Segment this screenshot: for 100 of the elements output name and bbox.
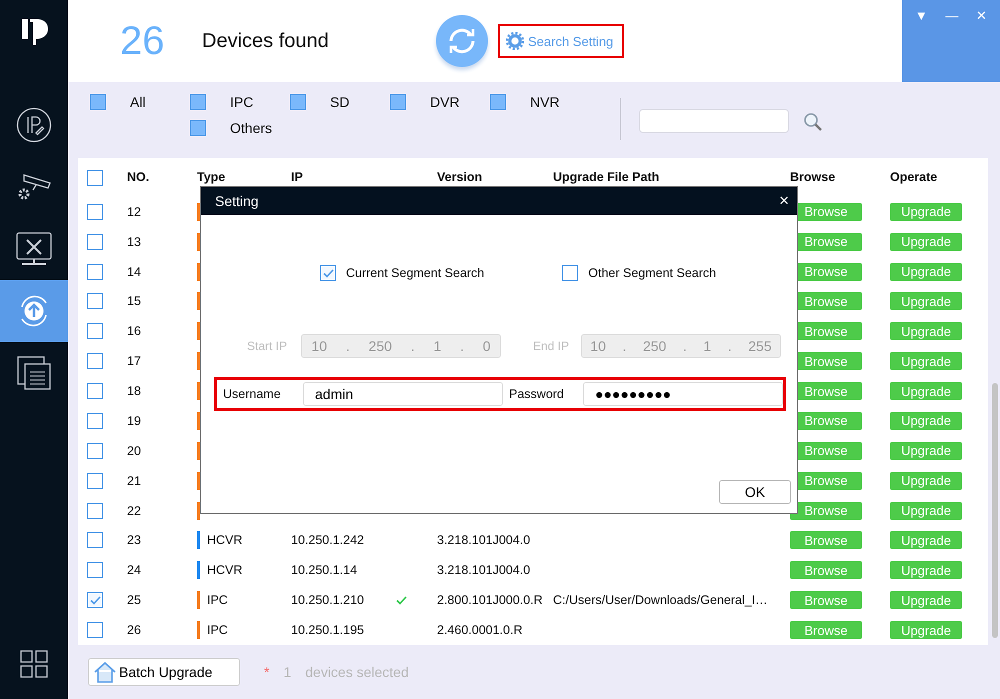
row-checkbox[interactable]: [87, 293, 103, 310]
row-checkbox[interactable]: [87, 532, 103, 548]
batch-upgrade-button[interactable]: Batch Upgrade: [88, 658, 240, 686]
select-all-checkbox[interactable]: [87, 170, 103, 186]
username-field[interactable]: admin: [303, 382, 503, 406]
filter-label: IPC: [230, 94, 254, 110]
row-checkbox[interactable]: [87, 234, 103, 250]
column-header: IP: [291, 170, 304, 184]
browse-button[interactable]: Browse: [790, 621, 862, 640]
row-number: 12: [127, 204, 142, 219]
device-count: 26: [120, 18, 166, 64]
check-icon: [322, 268, 334, 278]
upgrade-button[interactable]: Upgrade: [890, 202, 962, 221]
row-checkbox[interactable]: [87, 204, 103, 220]
upgrade-button[interactable]: Upgrade: [890, 531, 962, 550]
filter-checkbox[interactable]: [390, 94, 406, 110]
upgrade-button[interactable]: Upgrade: [890, 442, 962, 460]
filter-checkbox[interactable]: [490, 94, 506, 110]
upgrade-button[interactable]: Upgrade: [890, 502, 962, 520]
upgrade-button[interactable]: Upgrade: [890, 352, 962, 370]
row-checkbox[interactable]: [87, 442, 103, 459]
row-number: 14: [127, 264, 142, 279]
browse-button[interactable]: Browse: [790, 561, 862, 580]
devices-found-title: Devices found: [202, 30, 330, 52]
camera-gear-icon: [16, 172, 52, 202]
filter-checkbox[interactable]: [190, 94, 206, 110]
upgrade-button[interactable]: Upgrade: [890, 382, 962, 400]
column-header: Browse: [790, 170, 836, 184]
window-control-button[interactable]: ✕: [972, 8, 992, 23]
filter-checkbox[interactable]: [190, 120, 206, 136]
row-checkbox[interactable]: [87, 264, 103, 280]
ip-address: 10.250.1.195: [291, 623, 364, 638]
windows-list-icon: [17, 356, 51, 390]
option-label: Current Segment Search: [346, 266, 484, 280]
search-field[interactable]: [639, 109, 789, 133]
version-text: 3.218.101J004.0: [437, 563, 532, 578]
scrollbar[interactable]: [992, 383, 998, 638]
row-checkbox[interactable]: [87, 502, 103, 519]
version-text: 3.218.101J004.0: [437, 533, 532, 548]
upgrade-button[interactable]: Upgrade: [890, 232, 962, 251]
row-checkbox[interactable]: [87, 562, 103, 578]
upgrade-button[interactable]: Upgrade: [890, 591, 962, 610]
tools-monitor-icon: [16, 232, 52, 266]
dialog-title: Setting: [215, 193, 259, 209]
version-text: 2.460.0001.0.R: [437, 623, 524, 638]
refresh-button[interactable]: [436, 15, 488, 67]
option-checkbox[interactable]: [562, 265, 578, 281]
ok-button[interactable]: OK: [719, 480, 791, 504]
row-checkbox[interactable]: [87, 353, 103, 370]
option-checkbox[interactable]: [320, 265, 336, 281]
filter-checkbox[interactable]: [290, 94, 306, 110]
upgrade-button[interactable]: Upgrade: [890, 561, 962, 580]
browse-button[interactable]: Browse: [790, 591, 862, 610]
device-type: IPC: [207, 623, 228, 638]
upgrade-button[interactable]: Upgrade: [890, 621, 962, 640]
close-button[interactable]: ×: [779, 191, 789, 211]
column-header: Type: [197, 170, 226, 184]
password-field[interactable]: ●●●●●●●●●: [583, 382, 783, 406]
search-setting-button[interactable]: Search Setting: [498, 24, 624, 58]
browse-button[interactable]: Browse: [790, 531, 862, 550]
username-label: Username: [223, 387, 282, 401]
selected-count: 1: [283, 664, 292, 680]
device-type: IPC: [207, 593, 228, 608]
row-number: 25: [127, 593, 142, 608]
column-header: Version: [437, 170, 484, 184]
upgrade-button[interactable]: Upgrade: [890, 322, 962, 340]
browse-button[interactable]: Browse: [790, 502, 862, 520]
file-path-text: C:/Users/User/Downloads/General_I…: [553, 593, 769, 608]
row-checkbox[interactable]: [87, 592, 103, 608]
row-number: 24: [127, 563, 142, 578]
upgrade-button[interactable]: Upgrade: [890, 412, 962, 430]
option-label: Other Segment Search: [588, 266, 716, 280]
row-checkbox[interactable]: [87, 472, 103, 489]
row-checkbox[interactable]: [87, 412, 103, 429]
row-checkbox[interactable]: [87, 323, 103, 340]
device-type: HCVR: [207, 563, 242, 578]
house-icon: [93, 661, 117, 683]
row-number: 17: [127, 354, 142, 368]
ip-range-label: Start IP: [246, 339, 288, 353]
ip-address: 10.250.1.210: [291, 593, 364, 608]
window-control-button[interactable]: —: [941, 8, 962, 23]
upgrade-button[interactable]: Upgrade: [890, 472, 962, 490]
row-number: 21: [127, 474, 142, 488]
grid-menu-icon[interactable]: [19, 649, 49, 679]
row-checkbox[interactable]: [87, 622, 103, 638]
row-number: 22: [127, 504, 142, 518]
window-control-button[interactable]: ▼: [910, 8, 932, 23]
search-icon[interactable]: [803, 112, 823, 132]
row-number: 16: [127, 324, 142, 338]
column-header: Upgrade File Path: [553, 170, 660, 184]
ip-icon: [16, 107, 52, 143]
row-checkbox[interactable]: [87, 383, 103, 400]
settings-icon: [506, 32, 524, 50]
filter-checkbox[interactable]: [90, 94, 106, 110]
upgrade-button[interactable]: Upgrade: [890, 292, 962, 310]
ip-range-label: End IP: [532, 339, 570, 353]
filter-label: SD: [330, 94, 350, 110]
row-number: 20: [127, 444, 142, 458]
ip-address: 10.250.1.242: [291, 533, 364, 548]
upgrade-button[interactable]: Upgrade: [890, 262, 962, 281]
